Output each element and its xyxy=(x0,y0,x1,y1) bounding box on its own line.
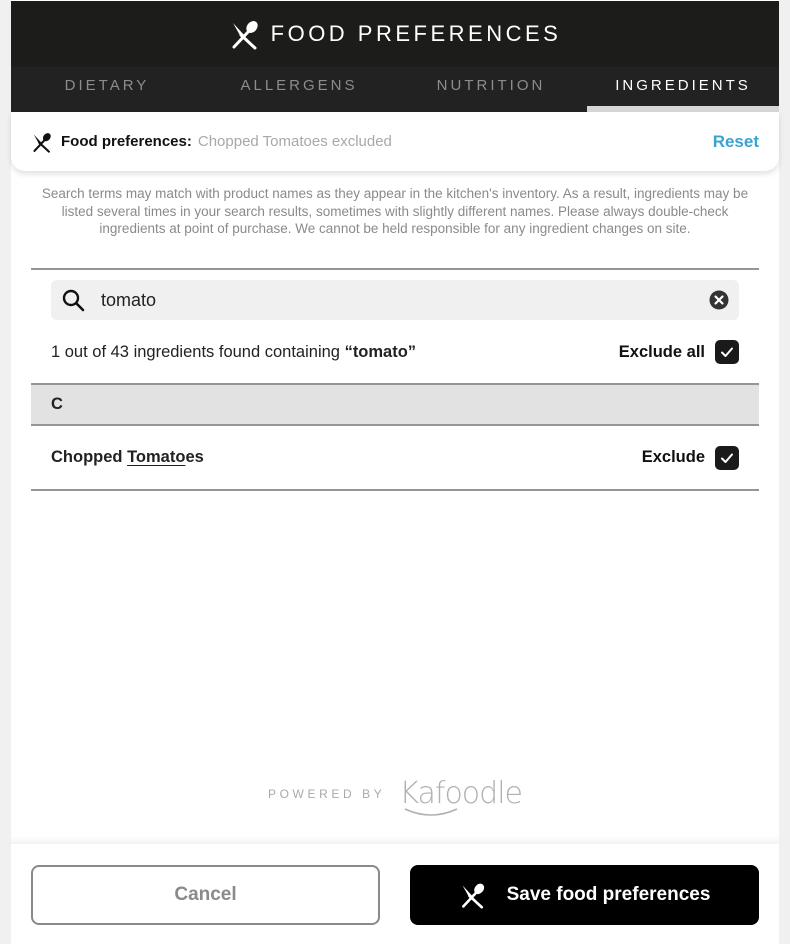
tab-nutrition[interactable]: NUTRITION xyxy=(395,67,587,112)
footer-shadow xyxy=(11,836,779,844)
checkmark-icon xyxy=(721,347,733,357)
summary-label: Food preferences: xyxy=(61,133,192,150)
logo-smile-icon xyxy=(405,808,458,816)
cutlery-icon xyxy=(33,132,51,153)
tab-allergens[interactable]: ALLERGENS xyxy=(203,67,395,112)
food-preferences-modal: FOOD PREFERENCES DIETARY ALLERGENS NUTRI… xyxy=(11,0,779,944)
exclude-label: Exclude xyxy=(641,448,705,466)
checkmark-icon xyxy=(721,453,733,463)
tab-dietary[interactable]: DIETARY xyxy=(11,67,203,112)
ingredient-name: Chopped Tomatoes xyxy=(51,448,204,467)
cutlery-icon xyxy=(232,21,258,50)
results-summary-row: 1 out of 43 ingredients found containing… xyxy=(51,336,739,368)
kafoodle-logo: Kafoodle xyxy=(399,776,523,816)
tab-bar: DIETARY ALLERGENS NUTRITION INGREDIENTS xyxy=(11,67,779,112)
ingredient-row: Chopped Tomatoes Exclude xyxy=(51,426,739,489)
results-count-text: 1 out of 43 ingredients found containing… xyxy=(51,343,416,362)
exclude-all-label: Exclude all xyxy=(618,342,705,361)
exclude-all-toggle[interactable]: Exclude all xyxy=(619,340,739,364)
divider xyxy=(31,268,759,270)
exclude-all-checkbox[interactable] xyxy=(715,340,739,364)
search-icon xyxy=(62,289,85,312)
name-part: Chopped xyxy=(51,448,128,466)
exclude-toggle[interactable]: Exclude xyxy=(641,445,739,470)
modal-title: FOOD PREFERENCES xyxy=(270,21,562,46)
divider xyxy=(31,489,759,491)
modal-footer: Cancel Save food preferences xyxy=(11,844,779,944)
name-part: es xyxy=(185,448,204,466)
summary-value: Chopped Tomatoes excluded xyxy=(197,133,392,150)
search-input[interactable] xyxy=(101,289,709,311)
group-header-c: C xyxy=(31,383,759,426)
tab-ingredients[interactable]: INGREDIENTS xyxy=(587,67,779,112)
name-match-highlight: Tomato xyxy=(127,448,186,466)
clear-search-icon[interactable] xyxy=(709,290,729,310)
preferences-summary: Food preferences: Chopped Tomatoes exclu… xyxy=(11,112,779,171)
powered-by: POWERED BY Kafoodle xyxy=(11,776,779,816)
save-button-label: Save food preferences xyxy=(506,884,711,905)
results-term: “tomato” xyxy=(344,342,417,361)
exclude-checkbox[interactable] xyxy=(715,445,739,470)
cutlery-icon xyxy=(461,883,484,909)
disclaimer-text: Search terms may match with product name… xyxy=(41,186,749,236)
search-bar xyxy=(51,280,739,320)
cancel-button[interactable]: Cancel xyxy=(31,865,380,925)
modal-header: FOOD PREFERENCES xyxy=(11,1,779,67)
powered-by-label: POWERED BY xyxy=(268,786,386,801)
results-prefix: 1 out of 43 ingredients found containing xyxy=(51,342,345,361)
save-preferences-button[interactable]: Save food preferences xyxy=(410,865,759,925)
brand-name: Kafoodle xyxy=(399,776,523,811)
reset-button[interactable]: Reset xyxy=(713,132,759,152)
